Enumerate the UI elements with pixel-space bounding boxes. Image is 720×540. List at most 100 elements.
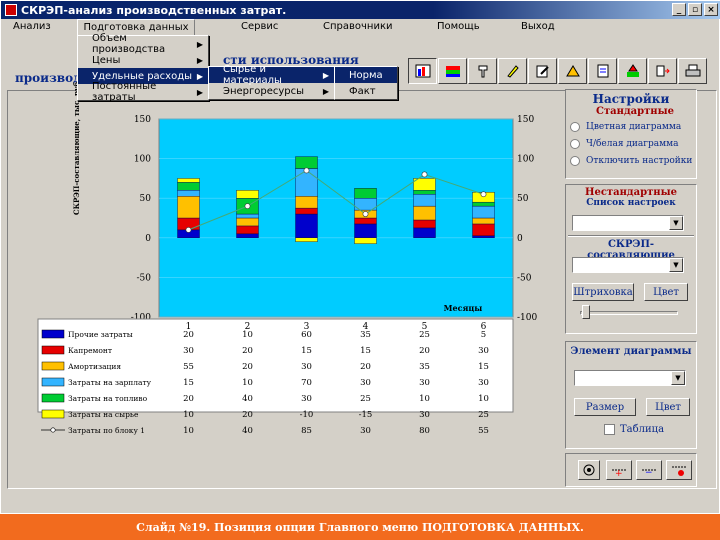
table-cell: 35: [419, 362, 430, 372]
table-cell: 20: [183, 394, 194, 404]
target-icon[interactable]: [578, 460, 600, 480]
table-cell: 15: [301, 346, 312, 356]
chevron-down-icon[interactable]: ▼: [669, 216, 683, 230]
marker-icon[interactable]: [666, 460, 692, 480]
table-cell: 30: [419, 378, 430, 388]
y-tick-label-left: 100: [134, 155, 151, 165]
export-button[interactable]: [648, 58, 677, 84]
element-group: Элемент диаграммы ▼ Размер Цвет Таблица: [565, 341, 697, 449]
legend-swatch: [41, 361, 65, 371]
svg-text:+: +: [615, 469, 623, 476]
table-cell: -10: [300, 410, 314, 420]
bar-segment: [295, 156, 318, 169]
arrow-right-icon: ▶: [196, 55, 203, 65]
color-button[interactable]: Цвет: [644, 283, 688, 301]
svg-text:−: −: [645, 468, 653, 476]
bar-segment: [472, 201, 495, 207]
table-cell: 55: [183, 362, 194, 372]
color-button-2[interactable]: Цвет: [646, 398, 690, 416]
line-point: [362, 211, 369, 217]
minimize-button[interactable]: _: [672, 3, 686, 16]
radio-dot: [570, 156, 580, 166]
slider-track[interactable]: [580, 311, 678, 315]
bar-segment: [472, 217, 495, 225]
table-cell: 10: [183, 426, 194, 436]
table-checkbox[interactable]: [604, 424, 615, 435]
radio-disable-settings[interactable]: Отключить настройки: [570, 154, 696, 168]
hatch-button[interactable]: Штриховка: [572, 283, 634, 301]
chevron-down-icon[interactable]: ▼: [671, 371, 685, 385]
close-button[interactable]: ×: [704, 3, 718, 16]
line-point: [185, 226, 192, 233]
bar-segment: [177, 178, 200, 183]
bar-segment: [413, 219, 436, 229]
menu-item-volume[interactable]: Объем производства ▶: [78, 33, 208, 55]
y-tick-label-right: -100: [517, 313, 537, 323]
bar-segment: [354, 217, 377, 225]
y-tick-label-right: -50: [517, 273, 532, 283]
menu-item-energy[interactable]: Энергоресурсы ▶: [209, 83, 334, 99]
chevron-down-icon[interactable]: ▼: [669, 258, 683, 272]
menu-item-norm[interactable]: Норма: [335, 67, 397, 83]
radio-color-chart[interactable]: Цветная диаграмма: [570, 120, 696, 134]
add-element-icon[interactable]: +: [606, 460, 632, 480]
size-button[interactable]: Размер: [574, 398, 636, 416]
line-point: [303, 167, 310, 174]
table-cell: 10: [478, 394, 489, 404]
draw-button[interactable]: [558, 58, 587, 84]
radio-dot: [570, 139, 580, 149]
table-cell: 30: [419, 410, 430, 420]
table-checkbox-row[interactable]: Таблица: [604, 424, 664, 435]
color-fill-button[interactable]: [618, 58, 647, 84]
legend-label: Затраты по блоку 1: [68, 426, 145, 435]
menu-item-fact[interactable]: Факт: [335, 83, 397, 99]
bar-segment: [177, 182, 200, 191]
arrow-right-icon: ▶: [322, 86, 329, 96]
table-cell: 30: [360, 378, 371, 388]
radio-bw-chart[interactable]: Ч/белая диаграмма: [570, 137, 696, 151]
settings-list-combo[interactable]: ▼: [572, 215, 684, 231]
table-cell: 10: [242, 378, 253, 388]
table-cell: 10: [183, 410, 194, 420]
radio-dot: [570, 122, 580, 132]
tools-group: + −: [565, 453, 697, 487]
y-tick-label-left: 50: [140, 194, 152, 204]
bar-segment: [354, 237, 377, 244]
arrow-right-icon: ▶: [196, 39, 203, 49]
components-combo[interactable]: ▼: [572, 257, 684, 273]
menu-item-prices[interactable]: Цены ▶: [78, 52, 208, 68]
element-combo[interactable]: ▼: [574, 370, 686, 386]
remove-element-icon[interactable]: −: [636, 460, 662, 480]
dropdown-raw-materials: Норма Факт: [334, 66, 398, 100]
table-cell: 25: [478, 410, 489, 420]
menu-item-raw-materials[interactable]: Сырье и материалы ▶: [209, 64, 334, 86]
bar-segment: [236, 190, 259, 199]
menu-item-fixed-costs[interactable]: Постоянные затраты ▶: [78, 81, 208, 103]
bar-segment: [236, 233, 259, 238]
dropdown-data-prep: Объем производства ▶ Цены ▶ Удельные расхо…: [77, 33, 209, 103]
slider-thumb[interactable]: [582, 305, 590, 319]
y-tick-label-right: 100: [517, 155, 534, 165]
bar-segment: [236, 213, 259, 219]
table-cell: 30: [183, 346, 194, 356]
legend-swatch: [41, 377, 65, 387]
table-cell: 20: [360, 362, 371, 372]
line-point: [480, 191, 487, 198]
table-cell: 10: [242, 330, 253, 340]
y-tick-label-right: 0: [517, 234, 523, 244]
y-tick-label-right: 50: [517, 194, 529, 204]
y-tick-label-right: 150: [517, 115, 534, 125]
legend-swatch: [41, 345, 65, 355]
table-cell: 80: [419, 426, 430, 436]
line-point: [244, 203, 251, 210]
table-cell: 30: [301, 362, 312, 372]
restore-button[interactable]: ▫: [688, 3, 702, 16]
table-cell: 30: [301, 394, 312, 404]
table-cell: 85: [301, 426, 312, 436]
table-cell: 40: [242, 394, 253, 404]
plot-area: [158, 118, 514, 318]
doc-button[interactable]: [588, 58, 617, 84]
print-button[interactable]: [678, 58, 707, 84]
bar-segment: [295, 237, 318, 242]
settings-panel: Настройки Стандартные Цветная диаграмма …: [565, 89, 697, 489]
